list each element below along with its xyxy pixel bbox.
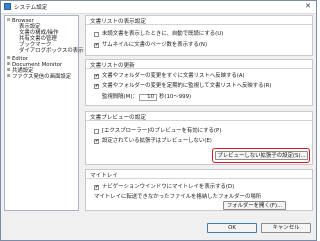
option-label: 文書やフォルダーの変更を定期的に監視して文書リストへ反映する(R)	[102, 83, 272, 89]
auto-read-checkbox[interactable]	[94, 32, 99, 37]
show-mytray-checkbox[interactable]: ✔	[94, 185, 99, 190]
interval-input[interactable]: 10	[139, 94, 157, 101]
interval-value: 10	[147, 94, 154, 100]
divider	[86, 68, 312, 69]
expand-icon[interactable]: ⊞	[6, 74, 11, 80]
tree-item-label: ファクス発信の画面設定	[12, 74, 72, 80]
list-refresh-group: 文書リストの更新 ✔ 文書やフォルダーの変更をすぐに文書リストへ反映する(A) …	[85, 59, 313, 106]
option-label: サムネイルに文書のページ数を表示する(N)	[102, 42, 208, 48]
divider	[86, 24, 312, 25]
cancel-button[interactable]: キャンセル	[261, 223, 311, 233]
title-bar: システム設定 ✕	[1, 1, 316, 14]
footer-bar: OK キャンセル	[1, 216, 316, 240]
periodic-refresh-checkbox[interactable]: ✔	[94, 84, 99, 89]
close-button[interactable]: ✕	[302, 2, 314, 11]
divider	[86, 178, 312, 179]
interval-unit: 秒(10〜999)	[159, 94, 192, 100]
tree-item-label: ダイアログボックスの表示	[19, 48, 84, 54]
ok-button[interactable]: OK	[207, 223, 257, 233]
option-label: 文書やフォルダーの変更をすぐに文書リストへ反映する(A)	[102, 73, 245, 79]
explorer-preview-checkbox[interactable]	[94, 129, 99, 134]
option-label: 設定されている拡張子はプレビューしない(E)	[102, 138, 212, 144]
option-label: ナビゲーションウインドウにマイトレイを表示する(D)	[102, 184, 235, 190]
option-label: [エクスプローラー]のプレビューを有効にする(P)	[102, 128, 222, 134]
instant-refresh-checkbox[interactable]: ✔	[94, 74, 99, 79]
exclude-extensions-checkbox[interactable]: ✔	[94, 139, 99, 144]
list-display-group: 文書リストの表示設定 未読文書を表示したときに、自動で既読にする(U) ✔ サム…	[85, 15, 313, 56]
collapse-icon[interactable]: ⊟	[6, 18, 11, 24]
mytray-group: マイトレイ ✔ ナビゲーションウインドウにマイトレイを表示する(D) マイトレイ…	[85, 169, 313, 211]
app-icon	[4, 3, 11, 10]
interval-label: 監視間隔(M)：	[102, 94, 138, 100]
open-folder-button[interactable]: フォルダーを開く(F)...	[223, 201, 286, 210]
settings-window: システム設定 ✕ ⊟ Browser 表示設定 文書の構成/操作 共有文書の管理…	[0, 0, 317, 241]
settings-tree[interactable]: ⊟ Browser 表示設定 文書の構成/操作 共有文書の管理 ブックマーク ダ…	[4, 15, 84, 211]
highlight-ring	[212, 148, 310, 163]
thumbnail-pages-checkbox[interactable]: ✔	[94, 43, 99, 48]
divider	[86, 120, 312, 121]
preview-group: 文書プレビューの設定 [エクスプローラー]のプレビューを有効にする(P) ✔ 設…	[85, 111, 313, 165]
mytray-note: マイトレイに転送できなかったファイルを格納したフォルダーの場所	[94, 194, 262, 200]
option-label: 未読文書を表示したときに、自動で既読にする(U)	[102, 31, 224, 37]
window-title: システム設定	[14, 5, 48, 11]
